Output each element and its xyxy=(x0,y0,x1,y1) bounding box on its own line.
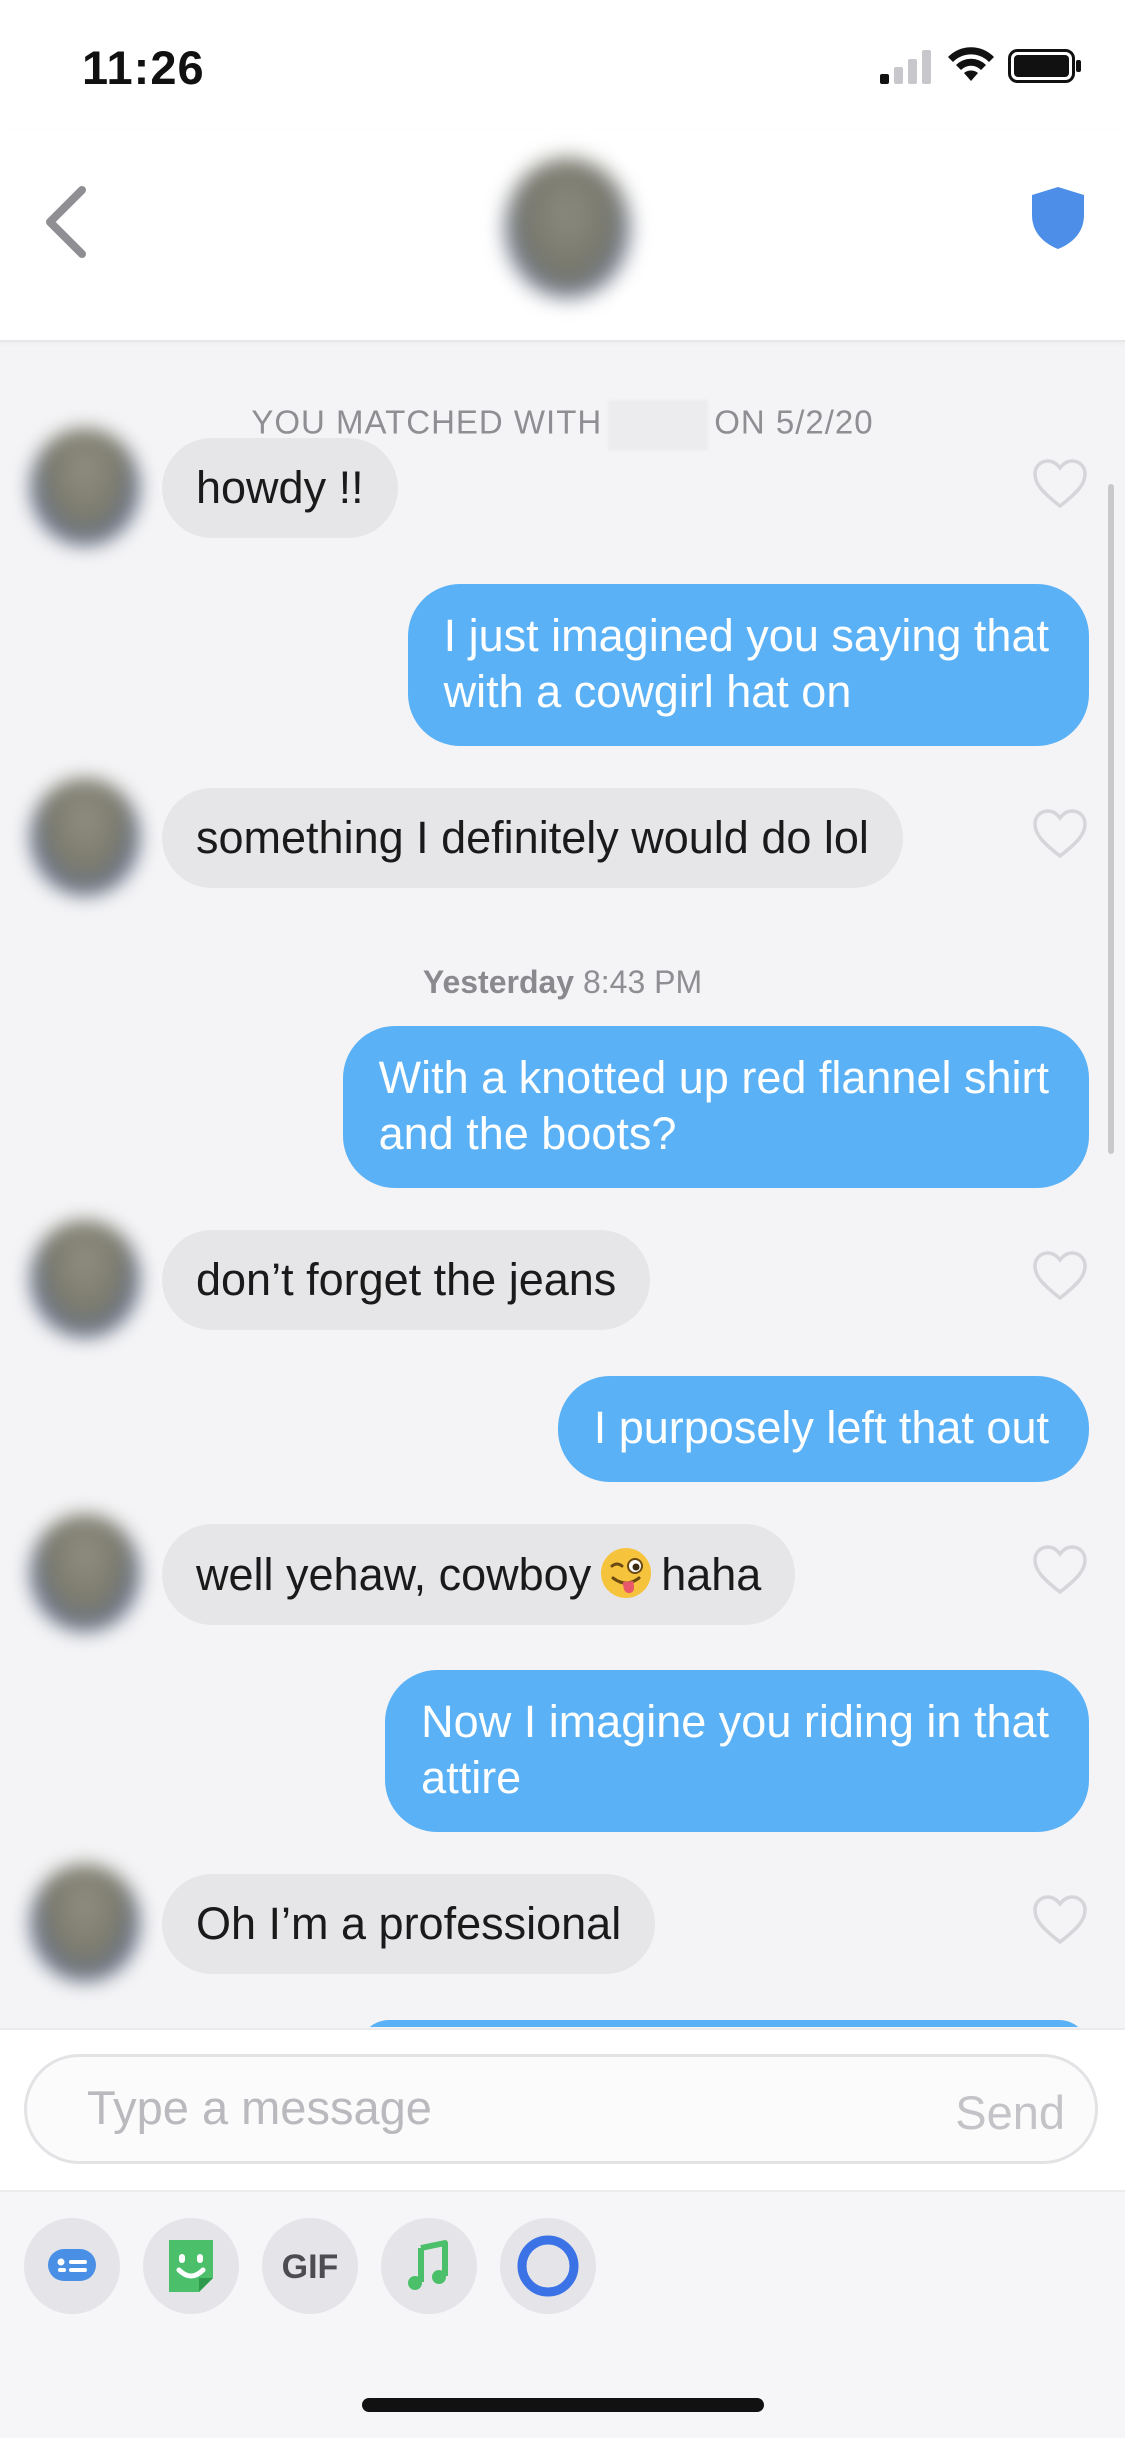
shield-icon[interactable] xyxy=(1030,185,1086,251)
composer-bar: Send xyxy=(0,2028,1125,2192)
outgoing-message-partial[interactable] xyxy=(359,2020,1089,2027)
back-chevron-icon[interactable] xyxy=(40,182,90,262)
winking-face-with-tongue-emoji xyxy=(601,1548,652,1598)
message-list[interactable]: YOU MATCHED WITH ON 5/2/20 howdy !! I jus… xyxy=(0,342,1125,2027)
ring-icon xyxy=(517,2235,579,2297)
incoming-message[interactable]: well yehaw, cowboy haha xyxy=(162,1524,796,1625)
blurred-name xyxy=(608,400,709,450)
message-input-container[interactable]: Send xyxy=(24,2054,1098,2164)
sender-avatar[interactable] xyxy=(8,1496,158,1656)
scrollbar[interactable] xyxy=(1108,484,1114,1154)
like-heart-icon[interactable] xyxy=(1032,458,1088,510)
like-heart-icon[interactable] xyxy=(1032,808,1088,860)
chat-card-icon xyxy=(48,2249,96,2281)
like-heart-icon[interactable] xyxy=(1032,1250,1088,1302)
gif-button[interactable]: GIF xyxy=(262,2218,358,2314)
message-input[interactable] xyxy=(85,2079,889,2136)
bitmoji-button[interactable] xyxy=(24,2218,120,2314)
send-button[interactable]: Send xyxy=(955,2085,1065,2140)
chat-header xyxy=(0,130,1125,342)
sender-avatar[interactable] xyxy=(8,1846,158,2006)
sender-avatar[interactable] xyxy=(8,1202,158,1362)
incoming-message[interactable]: howdy !! xyxy=(162,438,398,538)
incoming-message[interactable]: don’t forget the jeans xyxy=(162,1230,651,1330)
sender-avatar[interactable] xyxy=(8,760,158,920)
music-note-icon xyxy=(408,2240,448,2290)
like-heart-icon[interactable] xyxy=(1032,1894,1088,1946)
gif-label: GIF xyxy=(281,2248,339,2286)
status-bar: 11:26 xyxy=(0,0,1125,130)
home-indicator[interactable] xyxy=(362,2398,764,2412)
like-heart-icon[interactable] xyxy=(1032,1544,1088,1596)
sticker-button[interactable] xyxy=(143,2218,239,2314)
incoming-message[interactable]: Oh I’m a professional xyxy=(162,1874,656,1974)
outgoing-message[interactable]: With a knotted up red flannel shirt and … xyxy=(342,1026,1089,1188)
status-time: 11:26 xyxy=(82,41,205,94)
sender-avatar[interactable] xyxy=(8,410,158,570)
match-avatar[interactable] xyxy=(485,138,650,318)
outgoing-message[interactable]: I purposely left that out xyxy=(557,1376,1089,1482)
loop-button[interactable] xyxy=(500,2218,596,2314)
day-separator: Yesterday 8:43 PM xyxy=(422,964,703,1000)
signal-icon xyxy=(880,50,931,84)
outgoing-message[interactable]: I just imagined you saying that with a c… xyxy=(407,584,1089,746)
wifi-icon xyxy=(948,47,994,81)
match-date-label: YOU MATCHED WITH ON 5/2/20 xyxy=(0,400,1125,450)
battery-icon xyxy=(1008,49,1081,83)
smiley-sticker-icon xyxy=(169,2240,213,2292)
music-button[interactable] xyxy=(381,2218,477,2314)
outgoing-message[interactable]: Now I imagine you riding in that attire xyxy=(385,1670,1089,1832)
incoming-message[interactable]: something I definitely would do lol xyxy=(162,788,903,888)
